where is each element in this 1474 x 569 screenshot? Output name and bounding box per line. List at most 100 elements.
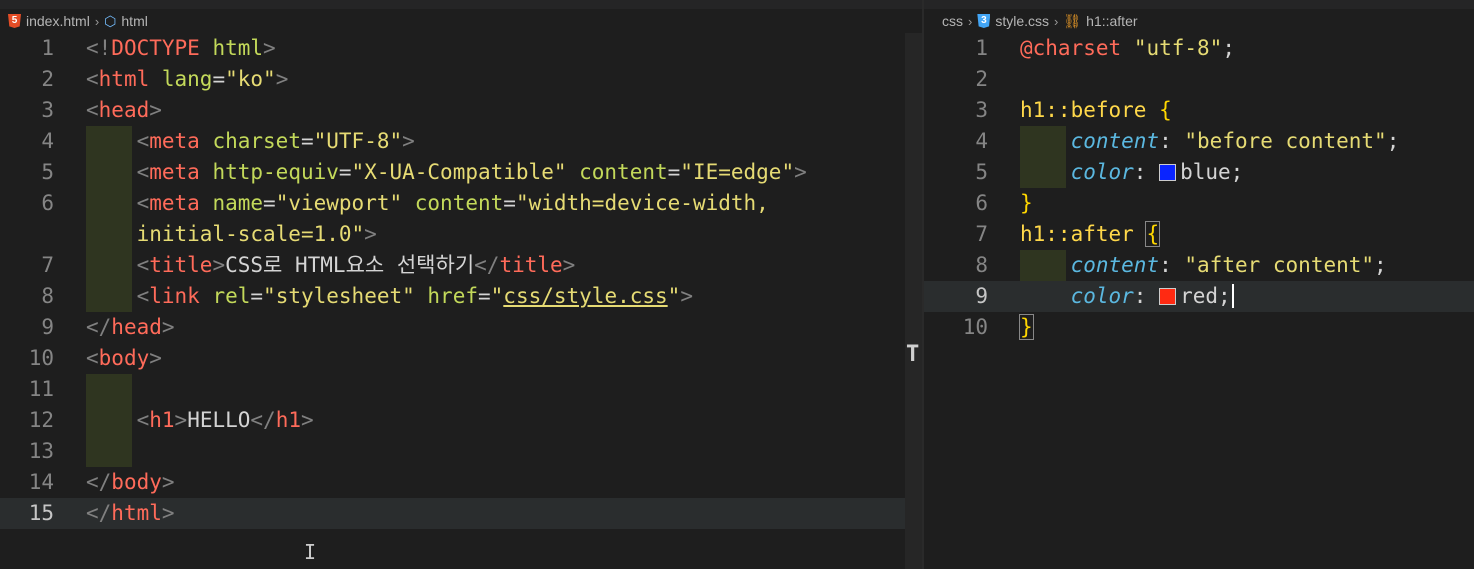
code-line[interactable]: 2 <html lang="ko">	[0, 64, 922, 95]
tag-name: body	[98, 346, 150, 370]
line-content: content: "before content";	[1020, 126, 1400, 157]
code-text: =	[212, 67, 226, 91]
attribute-name: name	[199, 191, 264, 215]
code-line[interactable]: 11	[0, 374, 922, 405]
css-property: content	[1070, 253, 1160, 277]
line-content: initial-scale=1.0">	[86, 219, 377, 250]
code-text: HELLO	[187, 408, 251, 432]
brace: {	[1159, 98, 1172, 122]
line-number: 5	[41, 160, 54, 184]
code-line[interactable]: 1 @charset "utf-8";	[924, 33, 1474, 64]
code-line[interactable]: 13	[0, 436, 922, 467]
code-line[interactable]: 7 h1::after {	[924, 219, 1474, 250]
code-line[interactable]: 9 color: red;	[924, 281, 1474, 312]
code-line[interactable]: 2	[924, 64, 1474, 95]
tag-bracket: >	[149, 346, 162, 370]
code-line[interactable]: 8 content: "after content";	[924, 250, 1474, 281]
line-number: 3	[41, 98, 54, 122]
line-number: 10	[962, 315, 988, 339]
text-cursor-icon: T	[906, 342, 920, 367]
tag-bracket: <	[136, 253, 150, 277]
code-line[interactable]: 8 <link rel="stylesheet" href="css/style…	[0, 281, 922, 312]
html5-icon: 5	[8, 14, 21, 28]
string-value: "before content"	[1184, 129, 1387, 153]
color-swatch[interactable]	[1159, 288, 1177, 305]
tag-name: body	[111, 470, 162, 494]
breadcrumb-folder[interactable]: css	[942, 13, 963, 29]
editor-pane-css[interactable]: css › 3 style.css › ⛓ h1::after 1 @charse…	[924, 0, 1474, 569]
breadcrumb-file[interactable]: style.css	[995, 13, 1049, 29]
tag-name: html	[111, 501, 162, 525]
breadcrumb: css › 3 style.css › ⛓ h1::after	[942, 10, 1138, 32]
line-number: 3	[975, 98, 988, 122]
line-number: 9	[41, 315, 54, 339]
breadcrumb-file[interactable]: index.html	[26, 13, 90, 29]
code-line[interactable]: 7 <title>CSS로 HTML요소 선택하기</title>	[0, 250, 922, 281]
line-number: 6	[975, 191, 988, 215]
tab-strip	[924, 0, 1474, 9]
code-line[interactable]: 6}	[924, 188, 1474, 219]
line-content: <html lang="ko">	[86, 64, 288, 95]
line-content: <body>	[86, 343, 162, 374]
code-text: :	[1133, 284, 1160, 308]
code-line[interactable]: 5 color: blue;	[924, 157, 1474, 188]
code-line[interactable]: 4 <meta charset="UTF-8">	[0, 126, 922, 157]
attribute-value: "stylesheet"	[263, 284, 415, 308]
line-content: color: blue;	[1020, 157, 1244, 188]
code-line[interactable]: 4 content: "before content";	[924, 126, 1474, 157]
line-number: 8	[975, 253, 988, 277]
editor-pane-html[interactable]: 5 index.html › ⬡ html 1 <!DOCTYPE html> 2 <…	[0, 0, 922, 569]
code-text: =	[338, 160, 352, 184]
code-line[interactable]: 3 <head>	[0, 95, 922, 126]
tag-bracket: </	[86, 501, 112, 525]
code-line[interactable]: initial-scale=1.0">	[0, 219, 922, 250]
code-line[interactable]: 9 </head>	[0, 312, 922, 343]
code-line[interactable]: 14 </body>	[0, 467, 922, 498]
code-line[interactable]: 12 <h1>HELLO</h1>	[0, 405, 922, 436]
code-text: =	[300, 129, 314, 153]
tag-name: title	[499, 253, 563, 277]
tag-bracket: >	[402, 129, 415, 153]
matched-brace: {	[1145, 221, 1161, 247]
code-line[interactable]: 10 <body>	[0, 343, 922, 374]
css-selector: h1::before	[1020, 98, 1147, 122]
line-number: 9	[975, 284, 988, 308]
code-line[interactable]: 15 </html>	[0, 498, 922, 529]
css-property: content	[1070, 129, 1160, 153]
scrollbar[interactable]	[905, 33, 922, 569]
breadcrumb-symbol[interactable]: h1::after	[1086, 13, 1137, 29]
line-number: 2	[975, 67, 988, 91]
line-number: 1	[975, 36, 988, 60]
code-line[interactable]: 6 <meta name="viewport" content="width=d…	[0, 188, 922, 219]
attribute-value: "	[667, 284, 681, 308]
code-line[interactable]: 1 <!DOCTYPE html>	[0, 33, 922, 64]
line-number: 13	[28, 439, 54, 463]
line-number: 15	[28, 501, 54, 525]
line-content: }	[1020, 188, 1033, 219]
attribute-name: href	[414, 284, 478, 308]
code-line[interactable]: 3 h1::before {	[924, 95, 1474, 126]
code-line[interactable]: 5 <meta http-equiv="X-UA-Compatible" con…	[0, 157, 922, 188]
css-property: color	[1070, 284, 1134, 308]
color-swatch[interactable]	[1159, 164, 1177, 181]
matched-brace: }	[1019, 314, 1034, 340]
tag-bracket: <	[136, 129, 150, 153]
text-caret	[1231, 284, 1234, 308]
attribute-value: "width=device-width,	[515, 191, 769, 215]
attribute-name: html	[199, 36, 264, 60]
line-number: 7	[41, 253, 54, 277]
attribute-value: "UTF-8"	[313, 129, 403, 153]
code-line[interactable]: 10}	[924, 312, 1474, 343]
tag-bracket: >	[161, 470, 175, 494]
tag-name: h1	[275, 408, 301, 432]
line-number: 11	[28, 377, 54, 401]
code-text: ;	[1386, 129, 1400, 153]
breadcrumb-symbol[interactable]: html	[121, 13, 147, 29]
